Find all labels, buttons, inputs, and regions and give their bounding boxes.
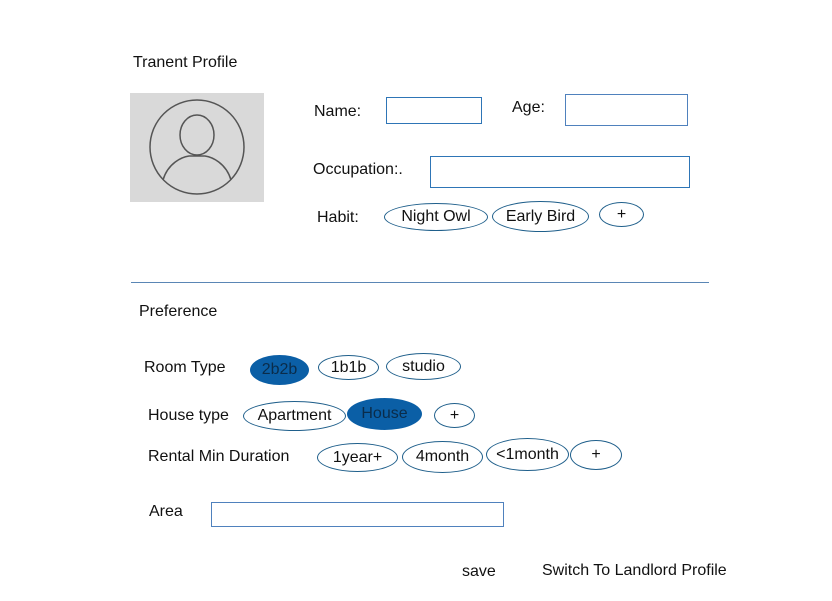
name-input[interactable] — [386, 97, 482, 124]
page-title: Tranent Profile — [133, 54, 238, 71]
add-house-type-button[interactable]: + — [434, 403, 475, 428]
room-type-label: Room Type — [144, 359, 226, 376]
area-input[interactable] — [211, 502, 504, 527]
house-type-label: House type — [148, 407, 229, 424]
age-input[interactable] — [565, 94, 688, 126]
duration-label: Rental Min Duration — [148, 448, 290, 465]
house-type-chip-house[interactable]: House — [347, 398, 422, 430]
preference-title: Preference — [139, 303, 218, 320]
habit-label: Habit: — [317, 209, 359, 226]
room-type-chip-2b2b[interactable]: 2b2b — [250, 355, 309, 385]
room-type-chip-1b1b[interactable]: 1b1b — [318, 355, 379, 380]
habit-chip-early-bird[interactable]: Early Bird — [492, 201, 589, 232]
area-label: Area — [149, 503, 183, 520]
user-icon — [149, 99, 245, 195]
room-type-chip-studio[interactable]: studio — [386, 353, 461, 380]
name-label: Name: — [314, 103, 362, 120]
house-type-chip-apartment[interactable]: Apartment — [243, 401, 346, 431]
duration-chip-1year[interactable]: 1year+ — [317, 443, 398, 472]
avatar[interactable] — [130, 93, 264, 202]
duration-chip-lt1month[interactable]: <1month — [486, 438, 569, 471]
switch-to-landlord-button[interactable]: Switch To Landlord Profile — [542, 562, 727, 580]
habit-chip-night-owl[interactable]: Night Owl — [384, 203, 488, 231]
duration-chip-4month[interactable]: 4month — [402, 441, 483, 473]
section-divider — [131, 282, 709, 283]
age-label: Age: — [512, 99, 545, 116]
occupation-input[interactable] — [430, 156, 690, 188]
add-duration-button[interactable]: + — [570, 440, 622, 470]
save-button[interactable]: save — [462, 563, 496, 581]
occupation-label: Occupation:. — [313, 161, 403, 178]
add-habit-button[interactable]: + — [599, 202, 644, 227]
